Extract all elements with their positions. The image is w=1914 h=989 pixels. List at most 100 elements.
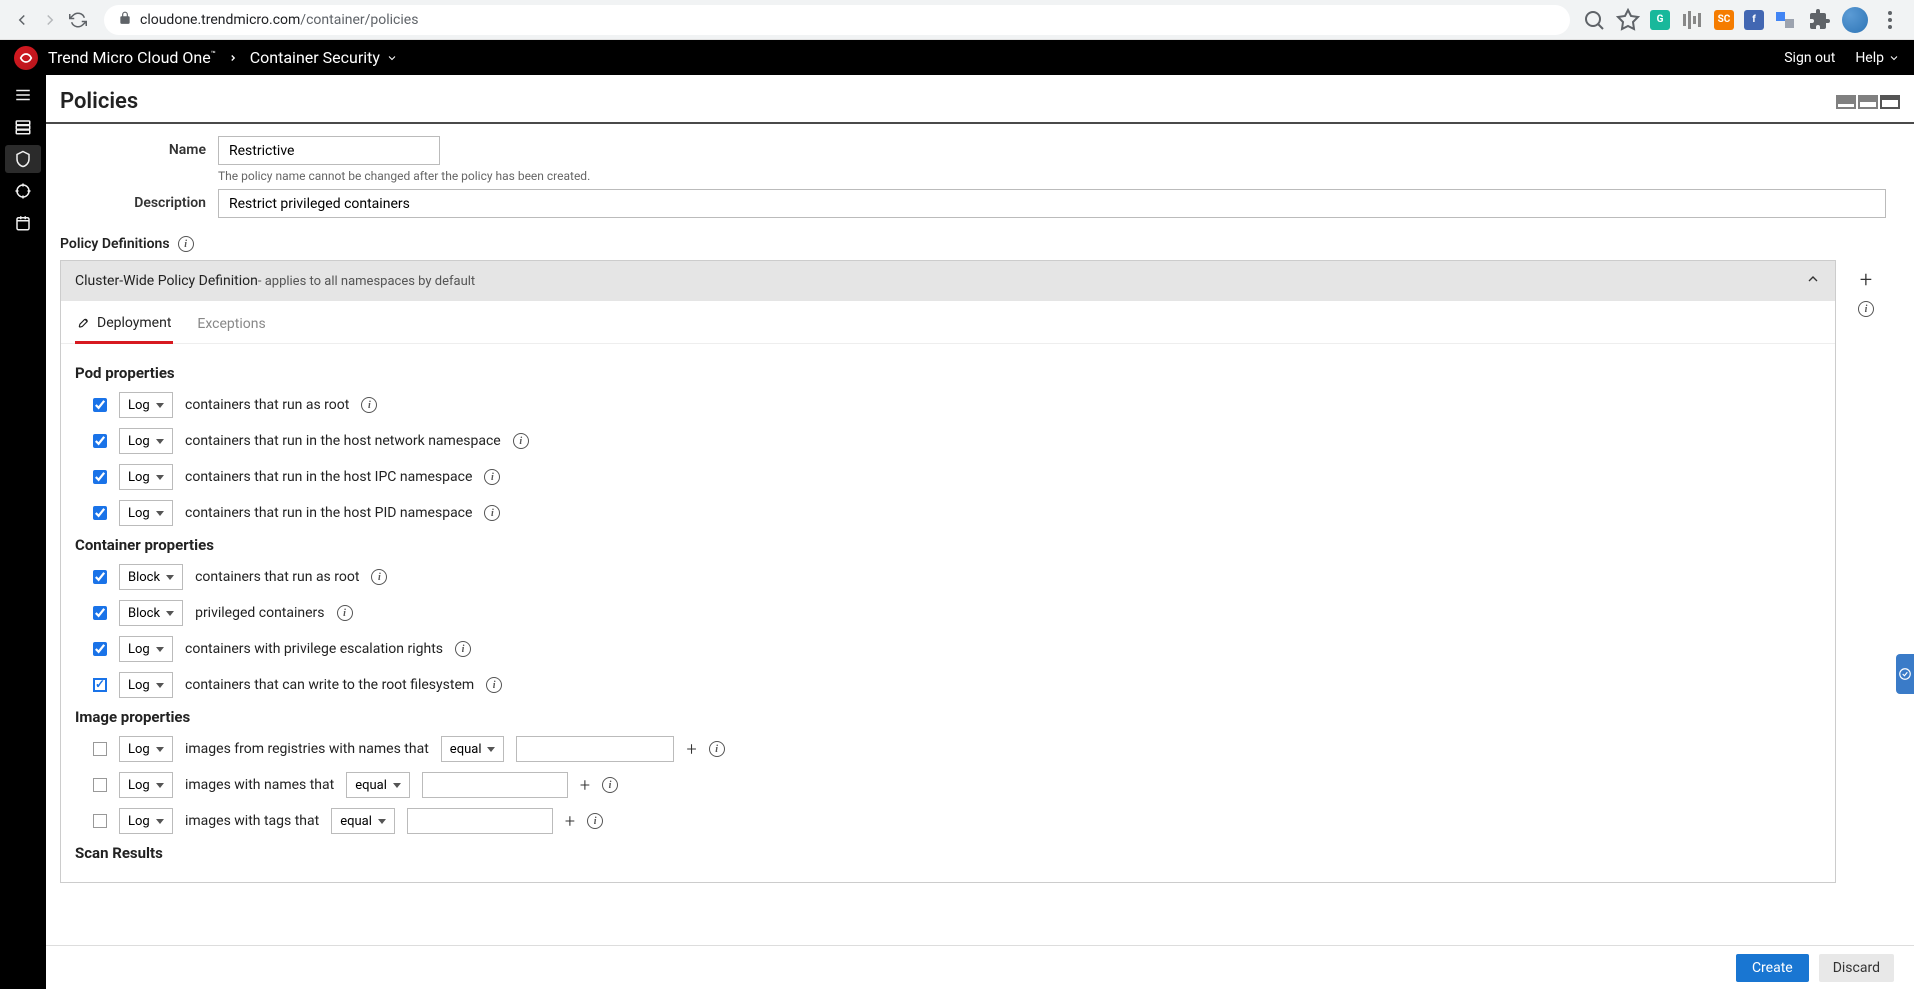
rule-checkbox[interactable] <box>93 742 107 756</box>
cluster-header[interactable]: Cluster-Wide Policy Definition - applies… <box>61 261 1835 301</box>
info-icon[interactable]: i <box>1858 301 1874 317</box>
browser-reload-button[interactable] <box>64 6 92 34</box>
info-icon[interactable]: i <box>709 741 725 757</box>
action-dropdown[interactable]: Log <box>119 428 173 454</box>
info-icon[interactable]: i <box>587 813 603 829</box>
action-dropdown[interactable]: Log <box>119 672 173 698</box>
zoom-icon[interactable] <box>1582 8 1606 32</box>
action-dropdown[interactable]: Log <box>119 636 173 662</box>
rule-checkbox[interactable] <box>93 470 107 484</box>
bookmark-star-icon[interactable] <box>1616 8 1640 32</box>
tab-exceptions[interactable]: Exceptions <box>195 309 267 343</box>
match-dropdown[interactable]: equal <box>331 808 395 834</box>
action-dropdown[interactable]: Log <box>119 500 173 526</box>
rule-row: Log containers that run as root i <box>93 392 1821 418</box>
tab-deployment[interactable]: Deployment <box>75 309 173 344</box>
sign-out-link[interactable]: Sign out <box>1784 50 1835 66</box>
nav-policies[interactable] <box>5 145 41 173</box>
chevron-right-icon <box>228 48 238 67</box>
info-icon[interactable]: i <box>455 641 471 657</box>
extension-sc-icon[interactable]: SC <box>1714 10 1734 30</box>
action-dropdown[interactable]: Block <box>119 600 183 626</box>
rule-checkbox[interactable] <box>93 606 107 620</box>
window-max-icon[interactable] <box>1880 95 1900 109</box>
info-icon[interactable]: i <box>486 677 502 693</box>
info-icon[interactable]: i <box>513 433 529 449</box>
info-icon[interactable]: i <box>178 236 194 252</box>
info-icon[interactable]: i <box>602 777 618 793</box>
page-title-row: Policies <box>46 75 1914 124</box>
match-dropdown[interactable]: equal <box>346 772 410 798</box>
browser-back-button[interactable] <box>8 6 36 34</box>
caret-down-icon <box>156 475 164 480</box>
rule-checkbox[interactable] <box>93 398 107 412</box>
add-rule-icon[interactable]: + <box>580 775 590 796</box>
content-scroll[interactable]: Name The policy name cannot be changed a… <box>46 124 1914 989</box>
brand-name[interactable]: Trend Micro Cloud One™ <box>48 48 216 67</box>
create-button[interactable]: Create <box>1736 954 1809 982</box>
discard-button[interactable]: Discard <box>1819 954 1894 982</box>
name-input[interactable] <box>218 136 440 165</box>
window-min-icon[interactable] <box>1836 95 1856 109</box>
rule-checkbox[interactable] <box>93 642 107 656</box>
browser-menu-icon[interactable] <box>1878 8 1902 32</box>
match-dropdown[interactable]: equal <box>441 736 505 762</box>
tabs-row: Deployment Exceptions <box>61 301 1835 344</box>
rule-row: Block privileged containers i <box>93 600 1821 626</box>
match-value-input[interactable] <box>516 736 674 762</box>
rule-checkbox-indeterminate[interactable] <box>93 678 107 692</box>
rule-checkbox[interactable] <box>93 506 107 520</box>
rule-text: containers that run as root <box>185 397 349 413</box>
section-scan-results: Scan Results <box>75 844 1821 862</box>
browser-url-bar[interactable]: cloudone.trendmicro.com/container/polici… <box>104 5 1570 35</box>
extension-translate-icon[interactable] <box>1774 8 1798 32</box>
caret-down-icon <box>156 819 164 824</box>
rule-checkbox[interactable] <box>93 814 107 828</box>
nav-servers[interactable] <box>5 113 41 141</box>
chevron-up-icon[interactable] <box>1805 271 1821 291</box>
caret-down-icon <box>487 747 495 752</box>
caret-down-icon <box>393 783 401 788</box>
chevron-down-icon <box>1888 52 1900 64</box>
rule-text: containers that run as root <box>195 569 359 585</box>
rule-row: Block containers that run as root i <box>93 564 1821 590</box>
window-med-icon[interactable] <box>1858 95 1878 109</box>
feedback-tab[interactable] <box>1896 654 1914 694</box>
info-icon[interactable]: i <box>337 605 353 621</box>
browser-forward-button[interactable] <box>36 6 64 34</box>
rule-checkbox[interactable] <box>93 570 107 584</box>
caret-down-icon <box>156 403 164 408</box>
module-selector[interactable]: Container Security <box>250 48 398 67</box>
help-menu[interactable]: Help <box>1855 50 1900 66</box>
nav-hamburger[interactable] <box>5 81 41 109</box>
action-dropdown[interactable]: Block <box>119 564 183 590</box>
nav-calendar[interactable] <box>5 209 41 237</box>
info-icon[interactable]: i <box>371 569 387 585</box>
rule-checkbox[interactable] <box>93 778 107 792</box>
action-dropdown[interactable]: Log <box>119 464 173 490</box>
add-definition-icon[interactable]: + <box>1860 268 1872 293</box>
rule-checkbox[interactable] <box>93 434 107 448</box>
action-dropdown[interactable]: Log <box>119 808 173 834</box>
info-icon[interactable]: i <box>361 397 377 413</box>
action-dropdown[interactable]: Log <box>119 392 173 418</box>
info-icon[interactable]: i <box>484 469 500 485</box>
caret-down-icon <box>156 683 164 688</box>
add-rule-icon[interactable]: + <box>565 811 575 832</box>
match-value-input[interactable] <box>407 808 553 834</box>
description-input[interactable] <box>218 189 1886 218</box>
caret-down-icon <box>156 783 164 788</box>
extensions-puzzle-icon[interactable] <box>1808 8 1832 32</box>
action-dropdown[interactable]: Log <box>119 736 173 762</box>
add-rule-icon[interactable]: + <box>686 739 696 760</box>
extension-grammarly-icon[interactable]: G <box>1650 10 1670 30</box>
footer-bar: Create Discard <box>46 945 1914 989</box>
info-icon[interactable]: i <box>484 505 500 521</box>
extension-facebook-icon[interactable]: f <box>1744 10 1764 30</box>
match-value-input[interactable] <box>422 772 568 798</box>
profile-avatar[interactable] <box>1842 7 1868 33</box>
nav-target[interactable] <box>5 177 41 205</box>
action-dropdown[interactable]: Log <box>119 772 173 798</box>
browser-url-host: cloudone.trendmicro.com <box>140 12 300 28</box>
extension-bars-icon[interactable] <box>1680 8 1704 32</box>
